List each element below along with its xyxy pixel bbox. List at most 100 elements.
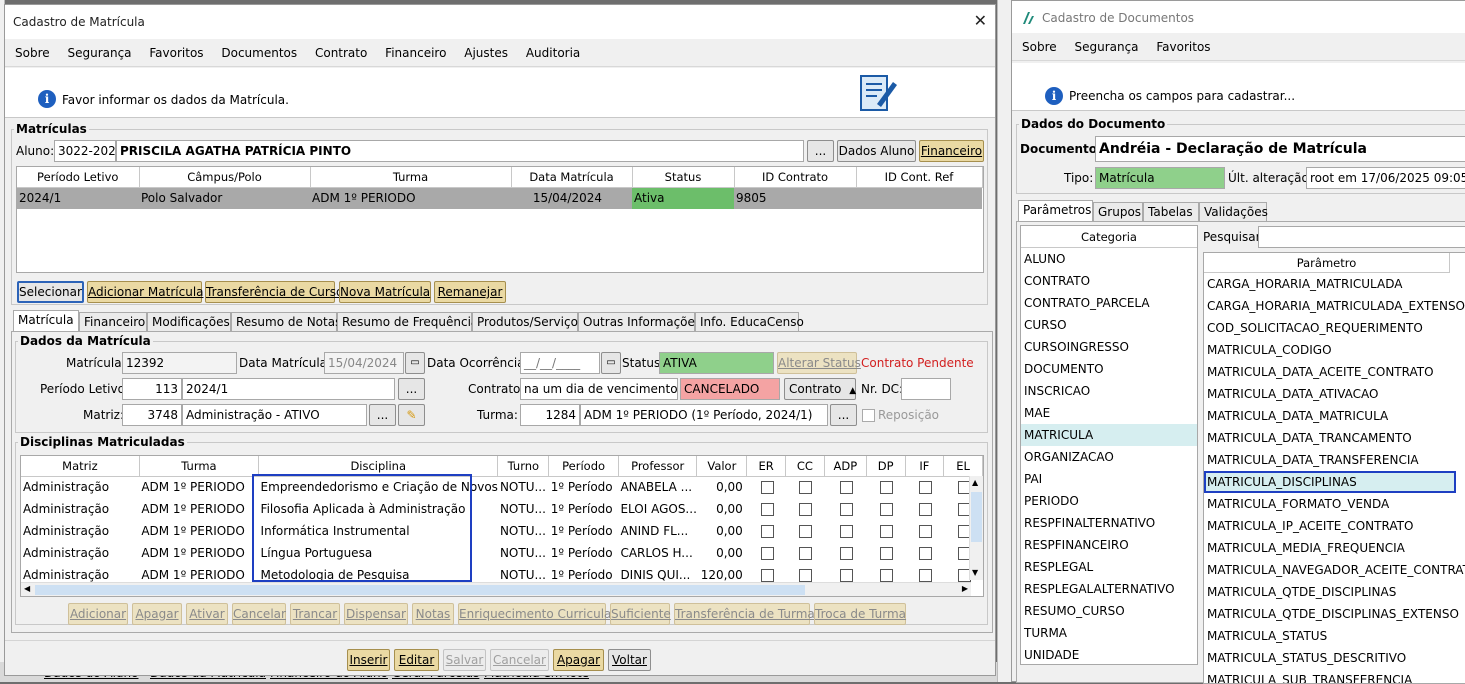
disciplina-action-button[interactable]: Enriquecimento Curricular <box>458 603 616 625</box>
documento-field[interactable]: Andréia - Declaração de Matrícula <box>1095 136 1465 162</box>
row-checkbox[interactable] <box>760 525 774 538</box>
row-checkbox[interactable] <box>918 547 932 560</box>
row-checkbox[interactable] <box>760 569 774 582</box>
menu-sobre[interactable]: Sobre <box>1022 33 1057 61</box>
categoria-item[interactable]: PERIODO <box>1021 490 1197 512</box>
menu-auditoria[interactable]: Auditoria <box>526 39 580 67</box>
parametro-item[interactable]: COD_SOLICITACAO_REQUERIMENTO <box>1204 317 1465 339</box>
scroll-thumb-h[interactable] <box>35 585 805 595</box>
adicionar-matricula-button[interactable]: Adicionar Matrícula <box>87 281 204 303</box>
disciplina-action-button[interactable]: Transferência de Turma <box>674 603 815 625</box>
turma-search-button[interactable]: ... <box>830 404 857 426</box>
reposicao-checkbox[interactable] <box>862 409 875 422</box>
categoria-item[interactable]: MATRICULA <box>1021 424 1197 446</box>
periodo-field[interactable]: 2024/1 <box>182 378 395 400</box>
column-header[interactable]: Período Letivo <box>17 167 140 188</box>
table-row[interactable]: Administração ADM 1º PERIODO Filosofia Apl… <box>21 498 983 520</box>
row-checkbox[interactable] <box>799 503 813 516</box>
column-header[interactable]: Status <box>632 167 735 188</box>
row-checkbox[interactable] <box>880 481 894 495</box>
menu-documentos[interactable]: Documentos <box>221 39 297 67</box>
parametro-item[interactable]: MATRICULA_DATA_MATRICULA <box>1204 405 1465 427</box>
categoria-item[interactable]: PAI <box>1021 468 1197 490</box>
data-ocorrencia-field[interactable]: __/__/____ <box>520 352 600 374</box>
disciplina-action-button[interactable]: Dispensar <box>344 603 408 625</box>
column-header[interactable]: Data Matrícula <box>511 167 633 188</box>
data-matricula-field[interactable]: 15/04/2024 <box>324 352 404 374</box>
menu-ajustes[interactable]: Ajustes <box>464 39 508 67</box>
turma-field[interactable]: ADM 1º PERIODO (1º Período, 2024/1) <box>580 404 828 426</box>
categoria-item[interactable]: TURMA <box>1021 622 1197 644</box>
column-header[interactable]: CC <box>785 456 825 477</box>
editar-button[interactable]: Editar <box>394 649 439 671</box>
matricula-field[interactable]: 12392 <box>122 352 237 374</box>
menu-seguranca[interactable]: Segurança <box>1074 33 1138 61</box>
inserir-button[interactable]: Inserir <box>347 649 390 671</box>
scroll-left-icon[interactable]: ◀ <box>24 584 30 593</box>
disciplina-action-button[interactable]: Notas <box>412 603 454 625</box>
contrato-field[interactable]: na um dia de vencimento- 6x <box>520 378 678 400</box>
contrato-dropdown-button[interactable]: Contrato ▲ <box>784 378 856 400</box>
parametro-item[interactable]: MATRICULA_DATA_ATIVACAO <box>1204 383 1465 405</box>
nova-matricula-button[interactable]: Nova Matrícula <box>339 281 431 303</box>
parametro-item[interactable]: MATRICULA_DATA_TRANCAMENTO <box>1204 427 1465 449</box>
remanejar-button[interactable]: Remanejar <box>434 281 506 303</box>
selecionar-button[interactable]: Selecionar <box>17 281 84 303</box>
categoria-item[interactable]: MAE <box>1021 402 1197 424</box>
tab-parametros[interactable]: Parâmetros <box>1018 200 1093 221</box>
row-checkbox[interactable] <box>799 569 813 582</box>
scroll-down-icon[interactable]: ▼ <box>972 568 978 577</box>
column-header[interactable]: Turma <box>139 456 260 477</box>
periodo-id-field[interactable]: 113 <box>122 378 182 400</box>
disciplina-action-button[interactable]: Adicionar <box>68 603 128 625</box>
tab-resumo-frequencia[interactable]: Resumo de Frequência <box>337 312 478 331</box>
parametro-item[interactable]: MATRICULA_QTDE_DISCIPLINAS_EXTENSO <box>1204 603 1465 625</box>
column-header[interactable]: Turno <box>497 456 550 477</box>
calendar-icon[interactable]: ▭ <box>405 352 425 374</box>
pesquisar-input[interactable] <box>1258 226 1465 248</box>
row-checkbox[interactable] <box>839 547 853 560</box>
column-header[interactable]: Período <box>548 456 619 477</box>
parametro-item[interactable]: MATRICULA_STATUS <box>1204 625 1465 647</box>
categoria-item[interactable]: DOCUMENTO <box>1021 358 1197 380</box>
column-header[interactable]: DP <box>866 456 906 477</box>
parametro-item[interactable]: MATRICULA_DATA_TRANSFERENCIA <box>1204 449 1465 471</box>
parametro-item[interactable]: MATRICULA_CODIGO <box>1204 339 1465 361</box>
dados-aluno-button[interactable]: Dados Aluno <box>837 140 916 162</box>
categoria-item[interactable]: RESPLEGAL <box>1021 556 1197 578</box>
scroll-up-icon[interactable]: ▲ <box>972 478 978 487</box>
row-checkbox[interactable] <box>918 569 932 582</box>
tab-matricula[interactable]: Matrícula <box>13 310 79 331</box>
column-header[interactable]: ID Contrato <box>734 167 857 188</box>
row-checkbox[interactable] <box>760 503 774 516</box>
matriz-field[interactable]: Administração - ATIVO <box>182 404 367 426</box>
parametro-item[interactable]: MATRICULA_MEDIA_FREQUENCIA <box>1204 537 1465 559</box>
edit-pencil-icon[interactable]: ✎ <box>398 404 425 426</box>
disciplina-action-button[interactable]: Troca de Turma <box>814 603 906 625</box>
salvar-button[interactable]: Salvar <box>443 649 486 671</box>
tab-modificacoes[interactable]: Modificações <box>147 312 231 331</box>
row-checkbox[interactable] <box>760 481 774 495</box>
row-checkbox[interactable] <box>760 547 774 560</box>
table-row[interactable]: Administração ADM 1º PERIODO Informática I… <box>21 520 983 542</box>
scroll-right-icon[interactable]: ▶ <box>962 584 968 593</box>
categoria-item[interactable]: CURSO <box>1021 314 1197 336</box>
menu-favoritos[interactable]: Favoritos <box>1156 33 1210 61</box>
categoria-item[interactable]: CONTRATO_PARCELA <box>1021 292 1197 314</box>
row-checkbox[interactable] <box>880 569 894 582</box>
row-checkbox[interactable] <box>918 525 932 538</box>
column-header[interactable]: Câmpus/Polo <box>139 167 311 188</box>
matriz-search-button[interactable]: ... <box>369 404 396 426</box>
disciplina-action-button[interactable]: Trancar <box>290 603 340 625</box>
calendar-icon[interactable]: ▭ <box>601 352 621 374</box>
column-header[interactable]: ADP <box>824 456 867 477</box>
menu-contrato[interactable]: Contrato <box>315 39 367 67</box>
row-checkbox[interactable] <box>799 547 813 560</box>
table-row[interactable]: 2024/1 Polo Salvador ADM 1º PERIODO 15/0… <box>17 187 982 209</box>
categoria-item[interactable]: RESPFINALTERNATIVO <box>1021 512 1197 534</box>
aluno-name-field[interactable]: PRISCILA AGATHA PATRÍCIA PINTO <box>116 140 804 162</box>
parametro-item[interactable]: MATRICULA_NAVEGADOR_ACEITE_CONTRATO <box>1204 559 1465 581</box>
categoria-item[interactable]: UNIDADE <box>1021 644 1197 664</box>
disciplina-action-button[interactable]: Cancelar <box>232 603 286 625</box>
table-row[interactable]: Administração ADM 1º PERIODO Língua Portug… <box>21 542 983 564</box>
